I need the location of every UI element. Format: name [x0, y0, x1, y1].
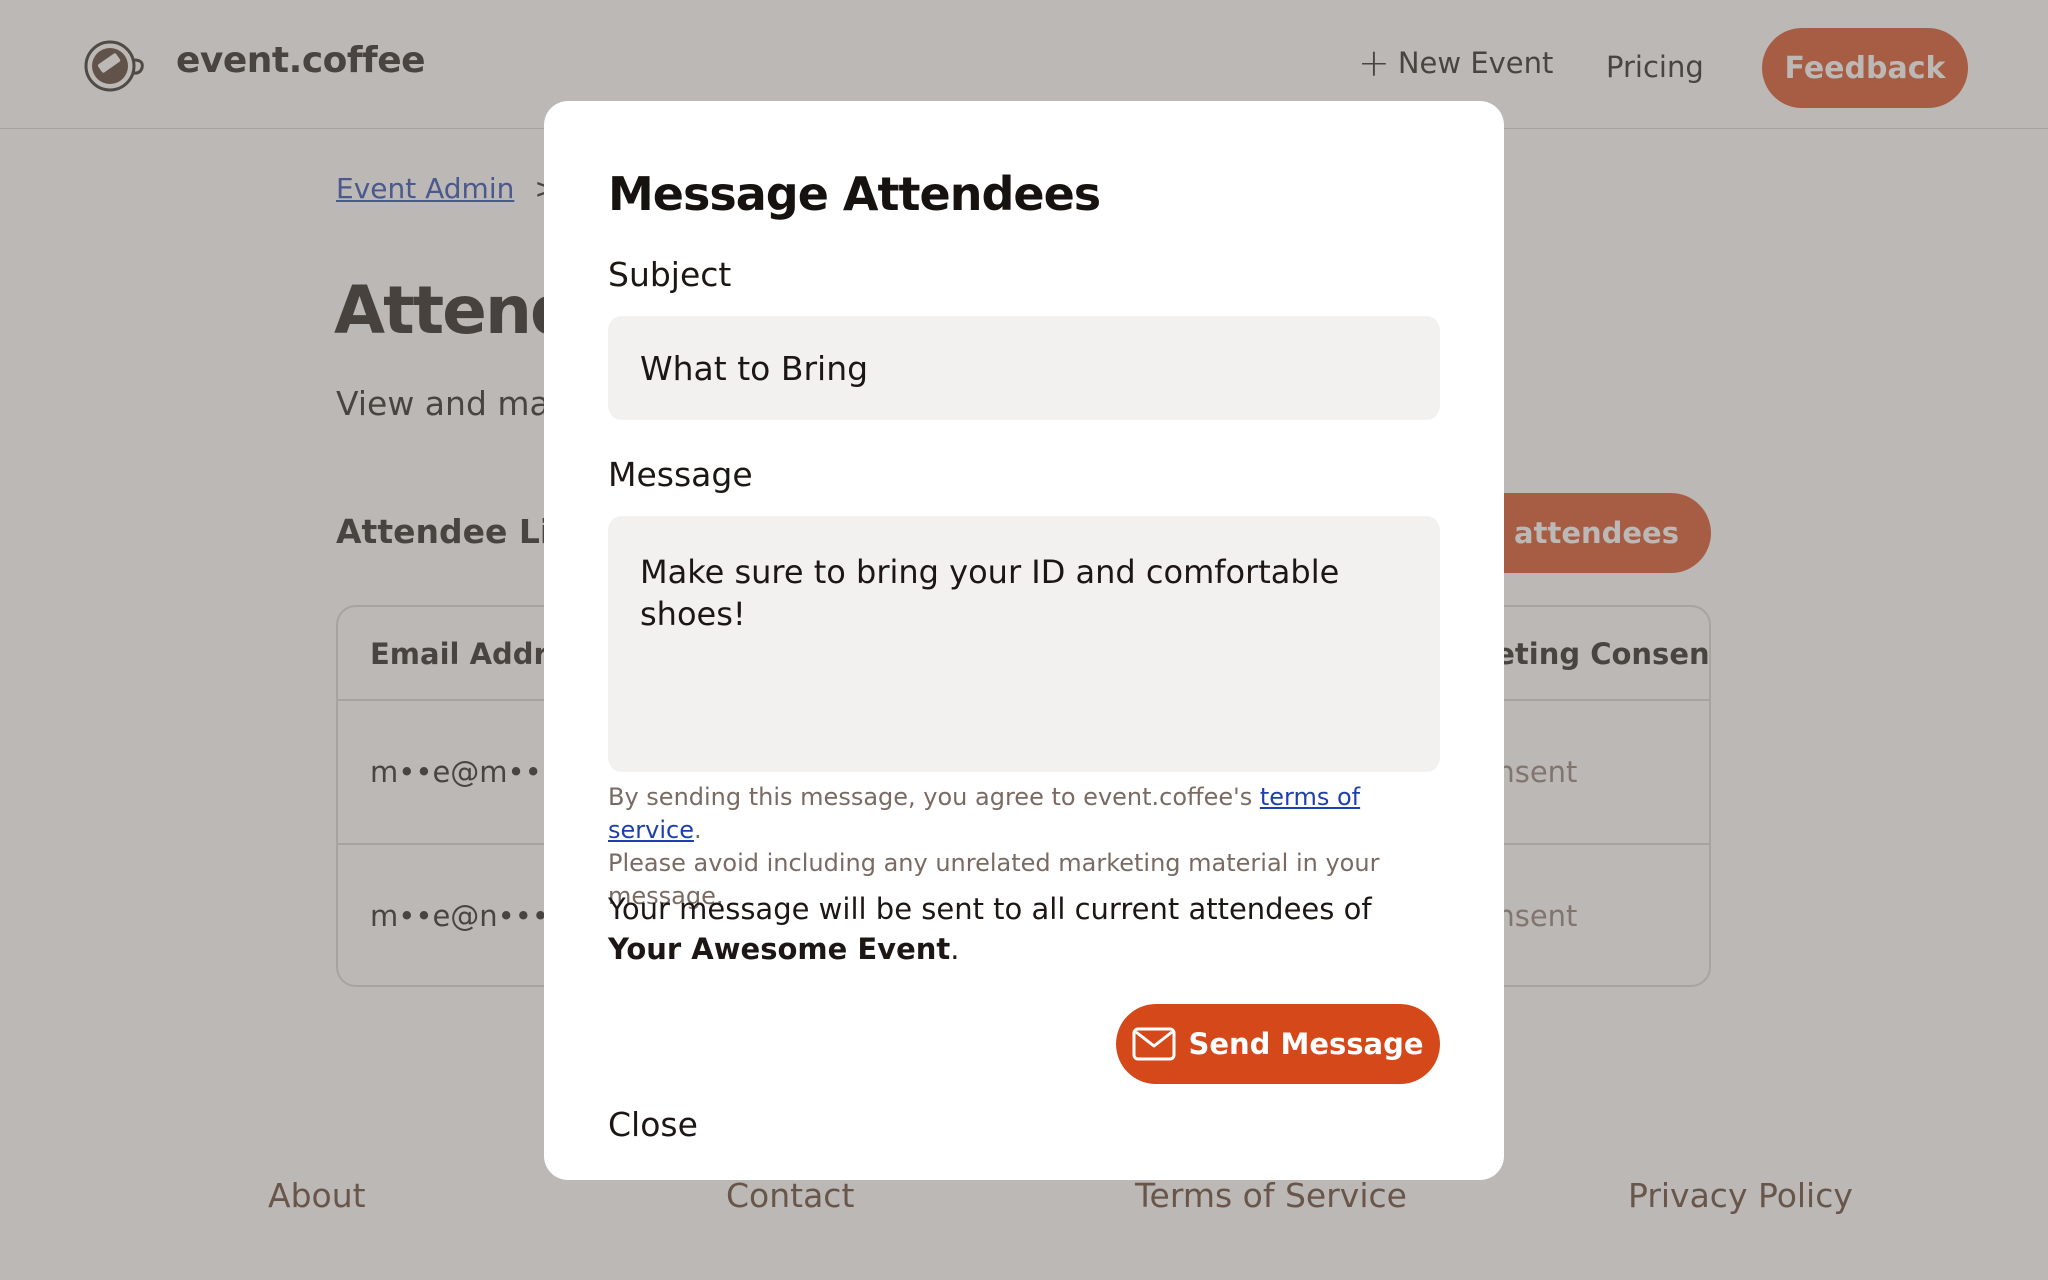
notice-suffix: . [950, 932, 960, 966]
event-name: Your Awesome Event [608, 932, 951, 966]
message-textarea[interactable]: Make sure to bring your ID and comfortab… [608, 516, 1440, 772]
send-message-button[interactable]: Send Message [1116, 1004, 1440, 1084]
subject-input[interactable] [608, 316, 1440, 420]
close-button[interactable]: Close [608, 1105, 698, 1144]
page: event.coffee + New Event Pricing Feedbac… [0, 0, 2048, 1280]
terms-suffix: . [693, 816, 702, 844]
terms-prefix: By sending this message, you agree to ev… [608, 783, 1260, 811]
send-message-label: Send Message [1188, 1027, 1424, 1061]
recipients-notice: Your message will be sent to all current… [608, 889, 1428, 969]
envelope-icon [1132, 1027, 1176, 1061]
notice-prefix: Your message will be sent to all current… [608, 892, 1372, 926]
subject-label: Subject [608, 255, 732, 294]
message-label: Message [608, 455, 753, 494]
dialog-title: Message Attendees [608, 167, 1101, 221]
